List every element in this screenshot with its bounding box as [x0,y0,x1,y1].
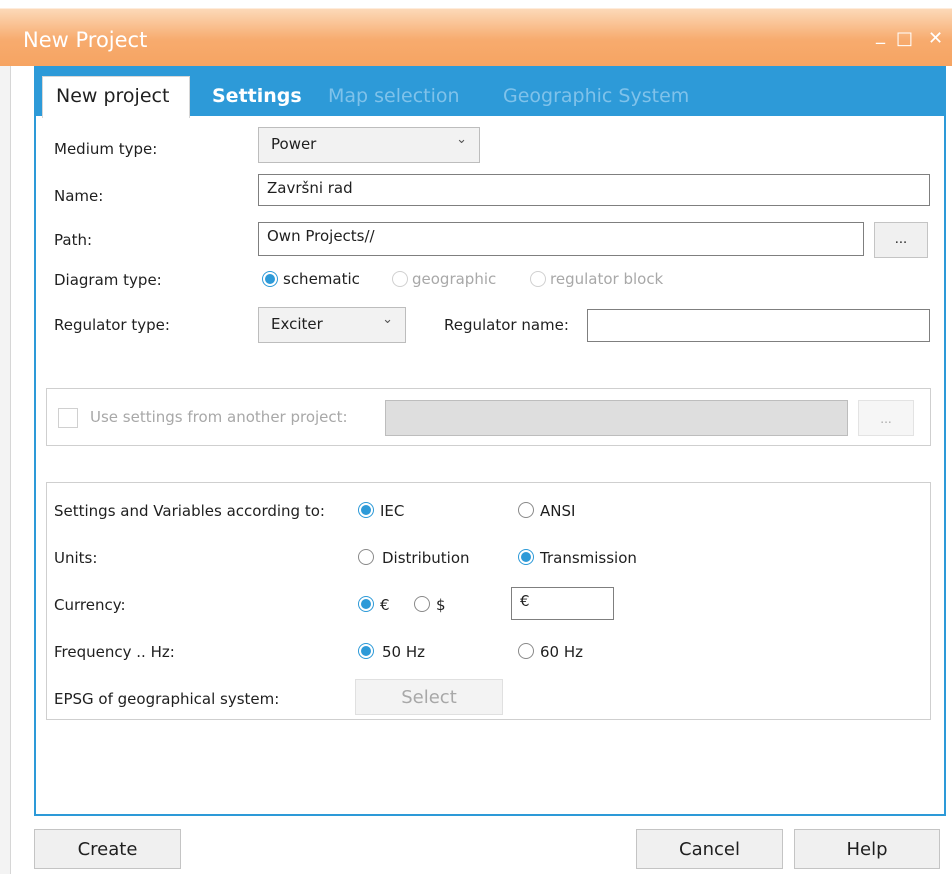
units-distribution-label: Distribution [382,549,470,567]
path-label: Path: [54,231,93,249]
frequency-60hz-radio[interactable] [518,643,534,659]
currency-dollar-radio[interactable] [414,596,430,612]
units-transmission-label: Transmission [540,549,637,567]
medium-type-label: Medium type: [54,140,158,158]
regulator-name-input[interactable] [587,309,930,342]
name-label: Name: [54,187,104,205]
another-project-path-input [385,400,848,436]
window-title: New Project [23,28,148,52]
currency-label: Currency: [54,596,126,614]
another-project-checkbox[interactable] [58,408,78,428]
epsg-label: EPSG of geographical system: [54,690,280,708]
currency-euro-radio[interactable] [358,596,374,612]
path-browse-button[interactable]: ... [874,222,928,258]
another-project-browse-button: ... [858,400,914,436]
settings-ansi-radio[interactable] [518,502,534,518]
diagram-geographic-radio [392,271,408,287]
medium-type-value: Power [271,135,317,153]
frequency-label: Frequency .. Hz: [54,643,175,661]
cancel-button[interactable]: Cancel [636,829,783,869]
diagram-geographic-label: geographic [412,270,497,288]
regulator-name-label: Regulator name: [444,316,569,334]
currency-euro-label: € [380,596,390,614]
frequency-50hz-label: 50 Hz [382,643,426,661]
tab-map-selection: Map selection [328,85,460,107]
units-label: Units: [54,549,98,567]
diagram-type-label: Diagram type: [54,271,162,289]
help-button[interactable]: Help [794,829,940,869]
another-project-label: Use settings from another project: [90,408,348,426]
create-button[interactable]: Create [34,829,181,869]
currency-symbol-input[interactable]: € [511,587,614,620]
regulator-type-label: Regulator type: [54,316,170,334]
maximize-icon[interactable]: □ [896,30,913,48]
currency-dollar-label: $ [436,596,446,614]
diagram-schematic-radio[interactable] [262,271,278,287]
path-input[interactable]: Own Projects// [258,222,864,256]
minimize-icon[interactable]: _ [876,26,885,44]
frequency-60hz-label: 60 Hz [540,643,584,661]
tab-settings[interactable]: Settings [212,85,302,107]
units-distribution-radio[interactable] [358,549,374,565]
close-icon[interactable]: ✕ [928,30,943,48]
name-input[interactable]: Završni rad [258,174,930,206]
diagram-schematic-label: schematic [283,270,360,288]
settings-standard-label: Settings and Variables according to: [54,502,325,520]
medium-type-select[interactable]: Power ⌄ [258,127,480,163]
frequency-50hz-radio[interactable] [358,643,374,659]
epsg-select-button: Select [355,679,503,715]
settings-iec-radio[interactable] [358,502,374,518]
chevron-down-icon: ⌄ [456,132,467,147]
tab-geographic-system: Geographic System [503,85,690,107]
regulator-type-value: Exciter [271,315,323,333]
chevron-down-icon: ⌄ [382,312,393,327]
diagram-regulator-block-label: regulator block [550,270,664,288]
regulator-type-select[interactable]: Exciter ⌄ [258,307,406,343]
settings-iec-label: IEC [380,502,405,520]
units-transmission-radio[interactable] [518,549,534,565]
tab-new-project[interactable]: New project [56,85,169,107]
window-left-edge [0,66,11,874]
diagram-regulator-block-radio [530,271,546,287]
settings-ansi-label: ANSI [540,502,576,520]
